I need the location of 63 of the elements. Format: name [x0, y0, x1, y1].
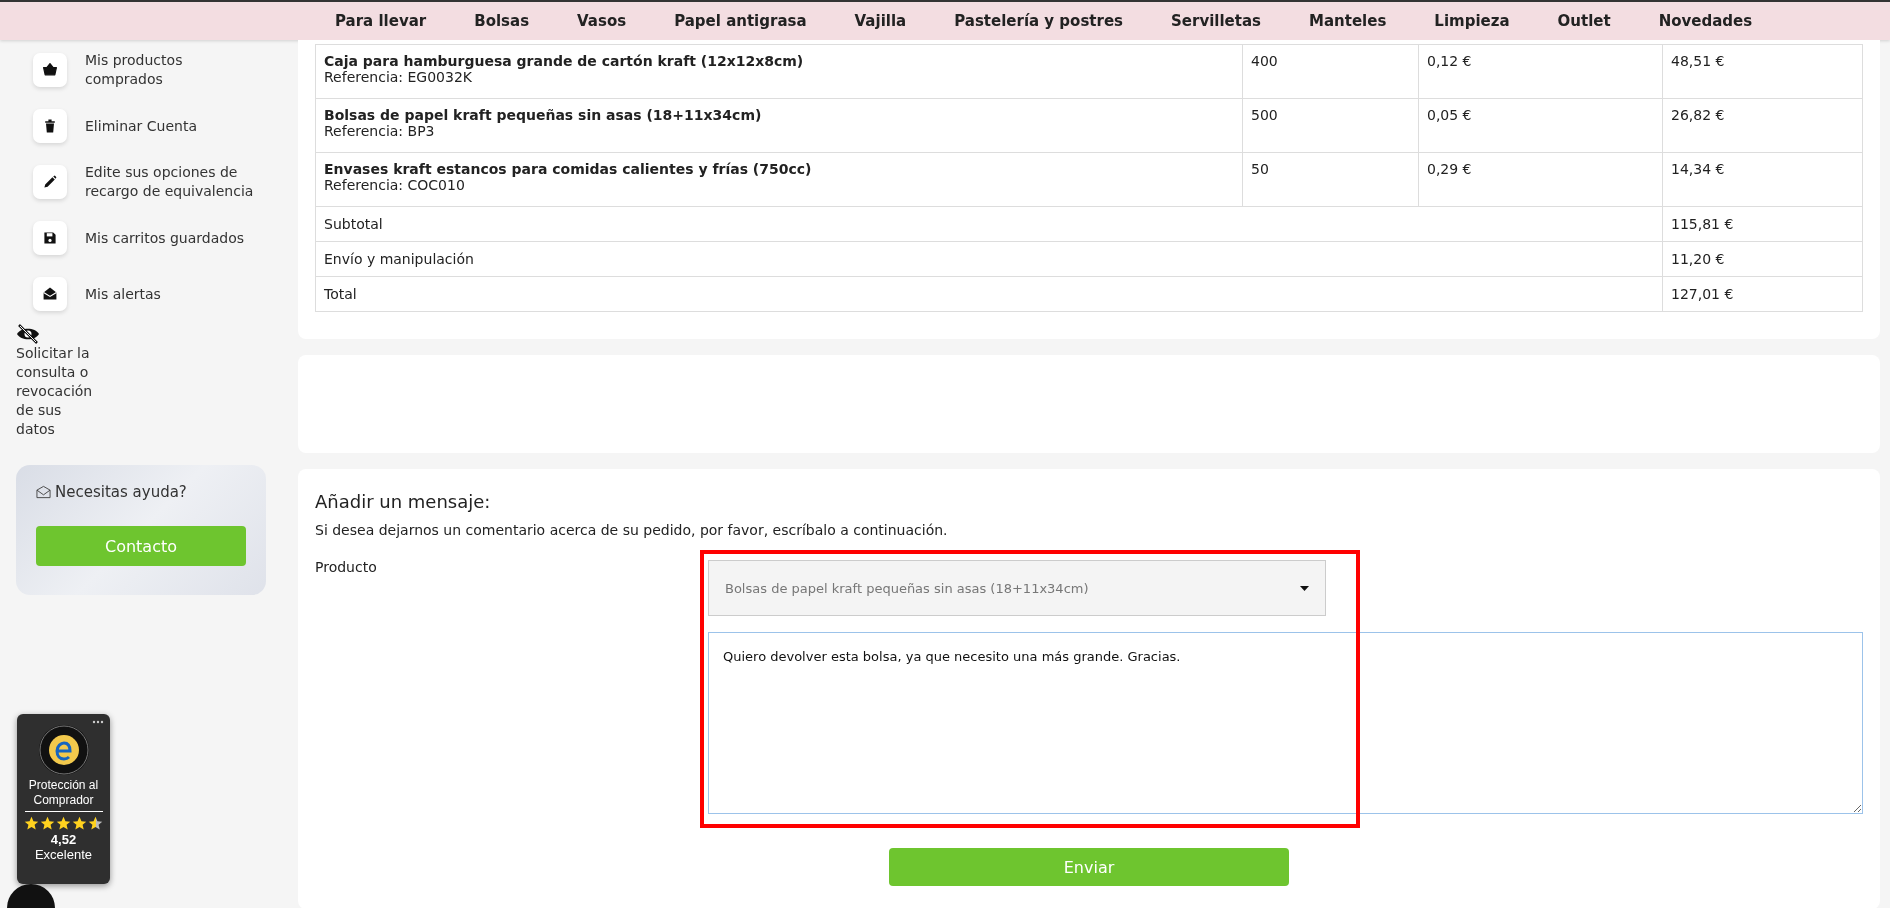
- nav-link[interactable]: Manteles: [1309, 12, 1387, 30]
- table-cell: 500: [1242, 98, 1419, 153]
- account-menu-link[interactable]: Eliminar Cuenta: [85, 116, 255, 136]
- message-field[interactable]: Quiero devolver esta bolsa, ya que necesito una más grande. Gracias.: [708, 632, 1863, 814]
- nav-link[interactable]: Outlet: [1557, 12, 1611, 30]
- table-cell: Total: [315, 276, 1663, 312]
- star-icon: [24, 816, 39, 831]
- rating-verdict: Excelente: [34, 847, 93, 862]
- table-cell: 0,05 €: [1418, 98, 1663, 153]
- table-cell: 127,01 €: [1662, 276, 1863, 312]
- product-reference: Referencia: COC010: [324, 177, 466, 193]
- table-cell: 14,34 €: [1662, 152, 1863, 207]
- nav-link[interactable]: Vajilla: [854, 12, 907, 30]
- star-icon: [56, 816, 71, 831]
- table-cell: 400: [1242, 44, 1419, 99]
- account-menu-link[interactable]: Mis productos comprados: [85, 51, 255, 89]
- account-menu-link[interactable]: Mis alertas: [85, 284, 255, 304]
- product-select[interactable]: Bolsas de papel kraft pequeñas sin asas (18+11x34cm): [708, 560, 1326, 616]
- table-cell: 48,51 €: [1662, 44, 1863, 99]
- nav-link[interactable]: Para llevar: [335, 12, 427, 30]
- rating-value: 4,52: [50, 832, 77, 847]
- nav-link[interactable]: Servilletas: [1171, 12, 1261, 30]
- help-title: Necesitas ayuda?: [55, 483, 187, 501]
- table-cell: 50: [1242, 152, 1419, 207]
- field-label: Producto: [315, 558, 378, 577]
- nav-link[interactable]: Limpieza: [1434, 12, 1510, 30]
- trash-icon[interactable]: [33, 109, 67, 143]
- instruction-text: Si desea dejarnos un comentario acerca de su pedido, por favor, escríbalo a continuación.: [315, 522, 949, 538]
- envelope-icon[interactable]: [33, 277, 67, 311]
- nav-link[interactable]: Vasos: [577, 12, 627, 30]
- product-name: Caja para hamburguesa grande de cartón kraft (12x12x8cm): [324, 53, 805, 69]
- seal-icon: [37, 724, 90, 776]
- star-icon: [40, 816, 55, 831]
- product-name: Bolsas de papel kraft pequeñas sin asas (18+11x34cm): [324, 107, 763, 123]
- floppy-icon[interactable]: [33, 221, 67, 255]
- basket-icon[interactable]: [33, 53, 67, 87]
- nav-link[interactable]: Pastelería y postres: [954, 12, 1123, 30]
- privacy-request-link[interactable]: Solicitar la consulta o revocación de sus datos: [16, 344, 96, 439]
- nav-link[interactable]: Bolsas: [474, 12, 530, 30]
- envelope-icon: [36, 485, 51, 499]
- star-icon: [72, 816, 87, 831]
- product-reference: Referencia: BP3: [324, 123, 436, 139]
- table-cell: 0,29 €: [1418, 152, 1663, 207]
- table-cell: 26,82 €: [1662, 98, 1863, 153]
- pencil-icon[interactable]: [33, 165, 67, 199]
- caret-icon: [1300, 585, 1309, 591]
- table-cell: Subtotal: [315, 206, 1663, 242]
- nav-link[interactable]: Papel antigrasa: [674, 12, 807, 30]
- table-cell: 11,20 €: [1662, 241, 1863, 277]
- trust-badge[interactable]: Protección al Comprador 4,52 Excelente: [17, 714, 110, 884]
- nav-link[interactable]: Novedades: [1658, 12, 1753, 30]
- table-cell: 115,81 €: [1662, 206, 1863, 242]
- section-heading: Añadir un mensaje:: [315, 491, 492, 512]
- product-reference: Referencia: EG0032K: [324, 69, 474, 85]
- star-icon: [88, 816, 103, 831]
- product-name: Envases kraft estancos para comidas calientes y frías (750cc): [324, 161, 813, 177]
- eye-slash-icon[interactable]: [16, 324, 40, 344]
- account-menu-link[interactable]: Edite sus opciones de recargo de equivalencia: [85, 163, 255, 201]
- account-menu-link[interactable]: Mis carritos guardados: [85, 228, 255, 248]
- more-icon[interactable]: [92, 720, 104, 724]
- table-cell: 0,12 €: [1418, 44, 1663, 99]
- badge-title: Protección al Comprador: [24, 778, 103, 812]
- table-cell: Envío y manipulación: [315, 241, 1663, 277]
